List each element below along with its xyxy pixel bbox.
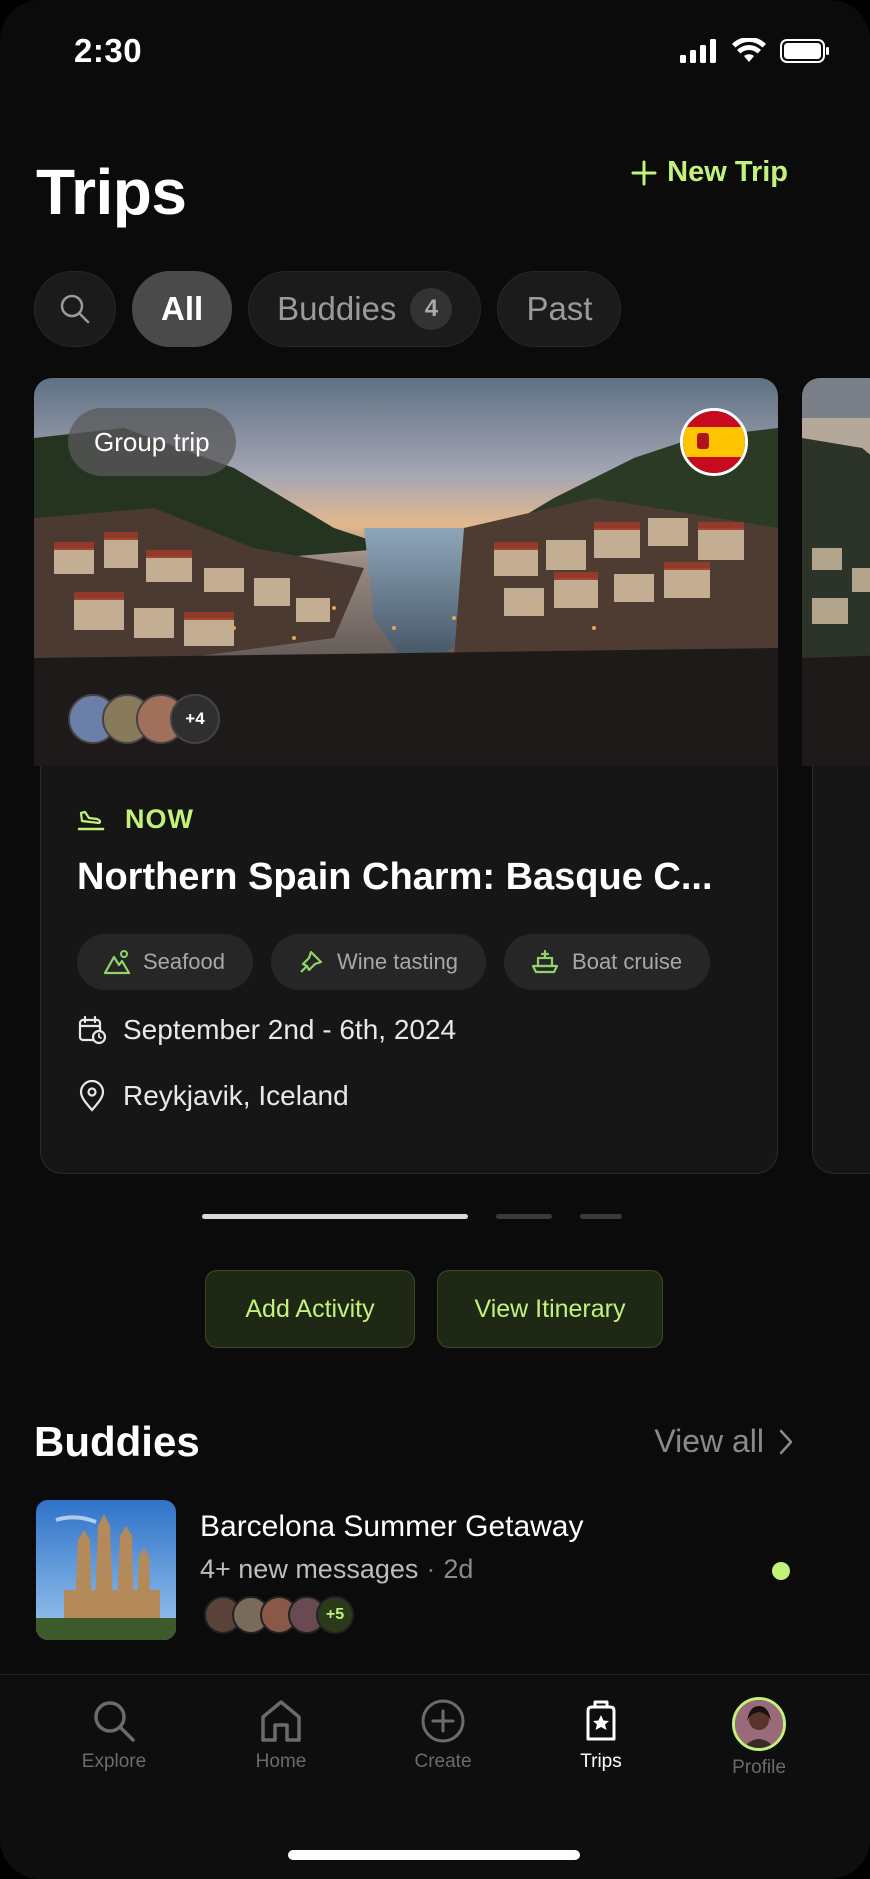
- new-trip-label: New Trip: [667, 156, 788, 188]
- tab-label: Home: [255, 1751, 307, 1772]
- more-members-count: +5: [316, 1596, 354, 1634]
- trip-location: Reykjavik, Iceland: [77, 1080, 349, 1112]
- tag-seafood: Seafood: [77, 934, 253, 990]
- filter-past[interactable]: Past: [497, 271, 622, 347]
- tag-label: Boat cruise: [572, 949, 683, 974]
- pager-dot[interactable]: [496, 1214, 552, 1219]
- add-activity-button[interactable]: Add Activity: [205, 1270, 415, 1348]
- tab-trips[interactable]: Trips: [541, 1697, 661, 1773]
- tab-home[interactable]: Home: [221, 1697, 341, 1773]
- tab-profile[interactable]: Profile: [699, 1697, 819, 1779]
- status-icons: [680, 38, 830, 64]
- buddy-trip-meta: 4+ new messages · 2d: [200, 1554, 473, 1585]
- home-icon: [261, 1700, 301, 1742]
- trip-title: Northern Spain Charm: Basque C...: [77, 856, 713, 898]
- tag-wine-tasting: Wine tasting: [270, 934, 487, 990]
- tag-label: Wine tasting: [336, 949, 459, 974]
- view-all-link[interactable]: View all: [654, 1423, 794, 1460]
- trip-cover-image: Group trip +4: [34, 378, 778, 766]
- mountain-icon: [103, 950, 131, 975]
- search-icon: [60, 294, 90, 324]
- trip-status: NOW: [77, 804, 194, 835]
- view-itinerary-button[interactable]: View Itinerary: [437, 1270, 663, 1348]
- buddy-trip-item[interactable]: Barcelona Summer Getaway 4+ new messages…: [36, 1500, 796, 1642]
- location-pin-icon: [79, 1080, 105, 1112]
- tab-create[interactable]: Create: [383, 1697, 503, 1773]
- trip-actions: Add Activity View Itinerary: [205, 1270, 663, 1348]
- unread-indicator: [772, 1562, 790, 1580]
- separator-dot: ·: [426, 1554, 436, 1584]
- filter-past-label: Past: [526, 290, 593, 327]
- wifi-icon: [732, 38, 766, 62]
- buddy-trip-title: Barcelona Summer Getaway: [200, 1510, 584, 1543]
- battery-icon: [780, 39, 829, 63]
- new-messages-text: 4+ new messages: [200, 1554, 419, 1584]
- trip-card-details: NOW Northern Spain Charm: Basque C... Se…: [40, 766, 778, 1174]
- buddies-section-title: Buddies: [34, 1418, 200, 1465]
- filter-all-label: All: [161, 290, 204, 327]
- luggage-icon: [586, 1700, 616, 1741]
- trip-dates-text: September 2nd - 6th, 2024: [123, 1014, 457, 1045]
- plane-landing-icon: [77, 810, 105, 830]
- filter-bar: All Buddies 4 Past: [34, 271, 622, 347]
- filter-all[interactable]: All: [132, 271, 233, 347]
- trip-location-text: Reykjavik, Iceland: [123, 1080, 349, 1111]
- next-trip-card[interactable]: [802, 378, 870, 1178]
- avatar: [732, 1697, 786, 1751]
- tab-label: Trips: [580, 1751, 622, 1772]
- plus-icon: [631, 160, 657, 185]
- home-indicator[interactable]: [288, 1850, 580, 1860]
- trip-status-label: NOW: [125, 804, 194, 834]
- tab-label: Create: [414, 1751, 472, 1772]
- filter-buddies-label: Buddies: [277, 290, 397, 327]
- ship-icon: [531, 949, 559, 974]
- trip-tags: Seafood Wine tasting Boat cruise: [77, 934, 711, 990]
- tab-label: Profile: [732, 1757, 786, 1778]
- buddy-members: +5: [204, 1596, 354, 1634]
- new-trip-button[interactable]: New Trip: [631, 156, 788, 189]
- search-button[interactable]: [34, 271, 116, 347]
- time-ago: 2d: [443, 1554, 474, 1584]
- tag-label: Seafood: [143, 949, 225, 974]
- trip-members[interactable]: +4: [68, 694, 220, 744]
- status-time: 2:30: [74, 32, 143, 69]
- chevron-right-icon: [779, 1429, 793, 1454]
- next-trip-cover-image: [802, 378, 870, 766]
- carousel-pager: [202, 1214, 622, 1219]
- buddies-count-badge: 4: [410, 288, 453, 330]
- tab-label: Explore: [81, 1751, 147, 1772]
- tab-explore[interactable]: Explore: [54, 1697, 174, 1773]
- pager-dot[interactable]: [580, 1214, 622, 1219]
- calendar-clock-icon: [78, 1015, 107, 1045]
- tab-bar: Explore Home Create Trips Profile: [0, 1674, 870, 1879]
- pager-dot-active[interactable]: [202, 1214, 468, 1219]
- trip-dates: September 2nd - 6th, 2024: [77, 1014, 456, 1046]
- search-icon: [94, 1701, 135, 1742]
- view-all-label: View all: [654, 1423, 764, 1459]
- more-members-count: +4: [170, 694, 220, 744]
- page-title: Trips: [36, 156, 187, 228]
- plus-circle-icon: [421, 1699, 465, 1743]
- trip-card[interactable]: Group trip +4 NOW Northern Spain Charm: …: [34, 378, 778, 1178]
- airplane-icon: [300, 950, 323, 973]
- signal-icon: [680, 39, 716, 63]
- buddy-trip-thumbnail: [36, 1500, 176, 1640]
- spain-flag-icon: [680, 408, 748, 476]
- tag-boat-cruise: Boat cruise: [504, 934, 711, 990]
- group-trip-badge: Group trip: [68, 408, 236, 476]
- next-trip-details: [812, 766, 870, 1174]
- app-screen: 2:30 Trips New Trip All Buddies 4 Past G…: [0, 0, 870, 1879]
- filter-buddies[interactable]: Buddies 4: [248, 271, 482, 347]
